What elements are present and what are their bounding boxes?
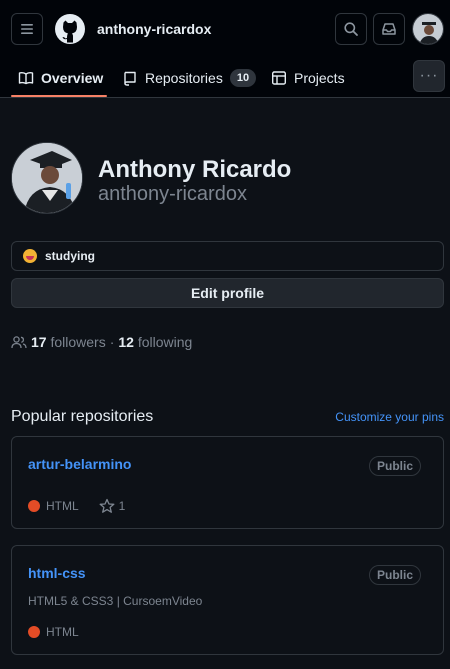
profile-avatar[interactable] bbox=[11, 142, 83, 214]
follow-stats: 17 followers · 12 following bbox=[11, 334, 192, 350]
following-link[interactable]: 12 following bbox=[118, 334, 192, 350]
repo-meta: HTML bbox=[28, 625, 79, 639]
header-username[interactable]: anthony-ricardox bbox=[97, 21, 211, 37]
tab-overview-label: Overview bbox=[41, 70, 104, 86]
visibility-badge: Public bbox=[368, 456, 421, 476]
inbox-button[interactable] bbox=[373, 13, 405, 45]
active-tab-indicator bbox=[11, 95, 107, 97]
search-icon bbox=[344, 22, 358, 36]
followers-count: 17 bbox=[31, 334, 47, 350]
followers-link[interactable]: 17 followers bbox=[31, 334, 106, 350]
repo-meta: HTML 1 bbox=[28, 498, 125, 514]
follow-separator: · bbox=[109, 334, 115, 350]
people-icon bbox=[11, 336, 27, 349]
repo-card: html-css Public HTML5 & CSS3 | CursoemVi… bbox=[11, 545, 444, 655]
github-logo-icon[interactable] bbox=[54, 13, 86, 45]
star-icon bbox=[99, 498, 115, 513]
smile-emoji-icon bbox=[23, 249, 37, 263]
following-count: 12 bbox=[118, 334, 134, 350]
language-color-dot bbox=[28, 626, 40, 638]
profile-name: Anthony Ricardo bbox=[98, 156, 292, 183]
hamburger-icon bbox=[21, 24, 33, 34]
following-label: following bbox=[137, 334, 193, 350]
user-status[interactable]: studying bbox=[11, 241, 444, 271]
popular-repos-title: Popular repositories bbox=[11, 408, 154, 425]
repo-icon bbox=[124, 71, 136, 86]
tab-repositories[interactable]: Repositories 10 bbox=[122, 58, 257, 98]
more-tabs-button[interactable]: ··· bbox=[413, 60, 445, 92]
stargazers-link[interactable]: 1 bbox=[99, 498, 126, 514]
star-count: 1 bbox=[118, 499, 126, 513]
menu-button[interactable] bbox=[11, 13, 43, 45]
table-icon bbox=[272, 71, 287, 85]
repo-description: HTML5 & CSS3 | CursoemVideo bbox=[28, 594, 203, 608]
followers-label: followers bbox=[50, 334, 106, 350]
status-text: studying bbox=[45, 249, 95, 263]
visibility-badge: Public bbox=[368, 565, 421, 585]
header-avatar[interactable] bbox=[412, 13, 444, 45]
tab-projects[interactable]: Projects bbox=[271, 58, 345, 98]
book-icon bbox=[18, 71, 34, 85]
profile-tabs: Overview Repositories 10 Projects bbox=[0, 58, 450, 98]
repo-name-link[interactable]: artur-belarmino bbox=[28, 456, 131, 472]
language-color-dot bbox=[28, 500, 40, 512]
avatar-image bbox=[413, 14, 443, 44]
kebab-horizontal-icon: ··· bbox=[419, 67, 439, 84]
inbox-icon bbox=[382, 23, 396, 35]
edit-profile-button[interactable]: Edit profile bbox=[11, 278, 444, 308]
tab-repositories-label: Repositories bbox=[145, 70, 223, 86]
search-button[interactable] bbox=[335, 13, 367, 45]
repo-name-link[interactable]: html-css bbox=[28, 565, 86, 581]
repo-language: HTML bbox=[46, 625, 79, 639]
customize-pins-link[interactable]: Customize your pins bbox=[335, 410, 444, 424]
tab-overview[interactable]: Overview bbox=[18, 58, 103, 98]
repo-card: artur-belarmino Public HTML 1 bbox=[11, 436, 444, 529]
app-header: anthony-ricardox bbox=[0, 0, 450, 58]
profile-login: anthony-ricardox bbox=[98, 183, 247, 205]
repositories-count-badge: 10 bbox=[229, 69, 257, 87]
profile-avatar-image bbox=[12, 143, 82, 213]
repo-language: HTML bbox=[46, 499, 79, 513]
tab-projects-label: Projects bbox=[294, 70, 345, 86]
